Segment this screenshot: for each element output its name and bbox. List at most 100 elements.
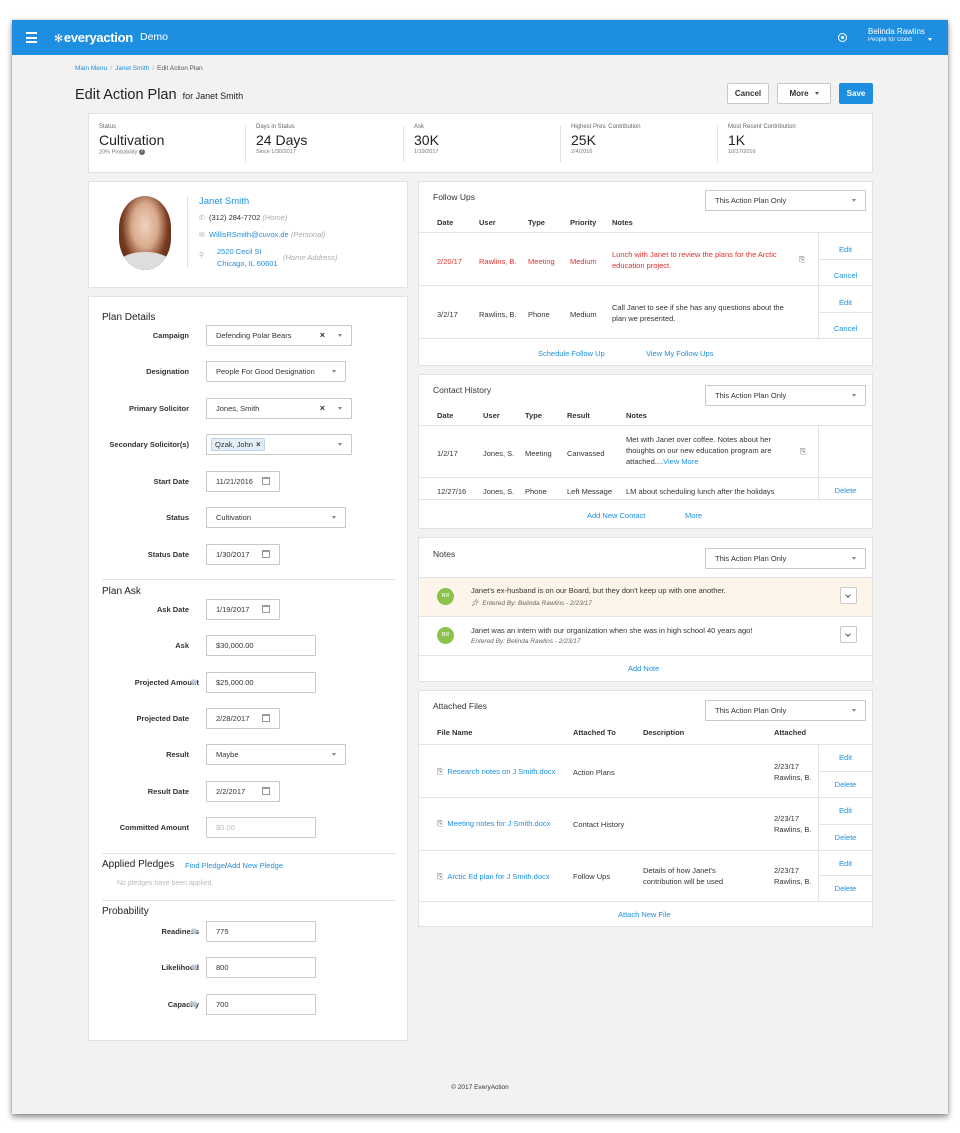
follow-ups-title: Follow Ups bbox=[433, 192, 476, 202]
attached-to-link[interactable]: Follow Ups bbox=[573, 871, 610, 882]
help-icon[interactable]: ? bbox=[191, 928, 197, 934]
likelihood-field[interactable]: 800 bbox=[206, 957, 316, 978]
designation-select[interactable]: People For Good Designation bbox=[206, 361, 346, 382]
contact-card: Janet Smith ✆ (312) 284-7702 (Home) ✉ Will… bbox=[88, 181, 408, 288]
result-date-field[interactable]: 2/2/2017 bbox=[206, 781, 280, 802]
view-more-link[interactable]: View More bbox=[663, 457, 698, 466]
help-icon[interactable]: ? bbox=[191, 679, 197, 685]
file-link[interactable]: Research notes on J Smith.docx bbox=[447, 767, 555, 776]
result-select[interactable]: Maybe bbox=[206, 744, 346, 765]
help-icon[interactable]: ? bbox=[191, 964, 197, 970]
page-subtitle: for Janet Smith bbox=[182, 91, 244, 101]
capacity-field[interactable]: 700 bbox=[206, 994, 316, 1015]
clear-icon[interactable]: × bbox=[320, 399, 325, 418]
calendar-icon[interactable] bbox=[262, 550, 270, 558]
edit-follow-up-button[interactable]: Edit bbox=[819, 298, 872, 307]
clear-icon[interactable]: × bbox=[320, 326, 325, 345]
chevron-down-icon bbox=[332, 753, 336, 756]
contact-avatar bbox=[119, 196, 171, 270]
delete-file-button[interactable]: Delete bbox=[819, 884, 872, 893]
follow-ups-panel: Follow Ups This Action Plan Only Date Us… bbox=[418, 181, 873, 366]
more-dropdown-button[interactable]: More bbox=[777, 83, 831, 104]
file-link[interactable]: Arctic Ed plan for J Smith.docx bbox=[447, 872, 549, 881]
cancel-follow-up-button[interactable]: Cancel bbox=[819, 271, 872, 280]
calendar-icon[interactable] bbox=[262, 477, 270, 485]
cancel-follow-up-button[interactable]: Cancel bbox=[819, 324, 872, 333]
follow-ups-filter-select[interactable]: This Action Plan Only bbox=[705, 190, 866, 211]
edit-file-button[interactable]: Edit bbox=[819, 753, 872, 762]
footer-copyright: © 2017 EveryAction bbox=[451, 1084, 509, 1091]
projected-amount-field[interactable]: $25,000.00 bbox=[206, 672, 316, 693]
paperclip-icon: ⎘ bbox=[437, 819, 444, 828]
readiness-field[interactable]: 775 bbox=[206, 921, 316, 942]
ask-amount-field[interactable]: $30,000.00 bbox=[206, 635, 316, 656]
add-new-pledge-link[interactable]: Add New Pledge bbox=[227, 861, 283, 870]
note-item: BR Janet's ex-husband is on our Board, b… bbox=[420, 578, 872, 616]
pledges-empty-message: No pledges have been applied. bbox=[117, 880, 214, 887]
help-icon[interactable]: ? bbox=[191, 1001, 197, 1007]
chevron-down-icon bbox=[332, 516, 336, 519]
chevron-down-icon bbox=[338, 443, 342, 446]
note-expand-button[interactable] bbox=[840, 626, 857, 643]
notifications-icon[interactable] bbox=[838, 33, 847, 42]
paperclip-icon[interactable]: ⎘ bbox=[800, 447, 806, 457]
file-link[interactable]: Meeting notes for J Smith.docx bbox=[447, 819, 550, 828]
committed-amount-field[interactable]: $0.00 bbox=[206, 817, 316, 838]
help-icon[interactable]: ? bbox=[138, 149, 145, 155]
stat-status: Status Cultivation 20% Probability ? bbox=[99, 124, 165, 156]
hamburger-menu-icon[interactable] bbox=[26, 32, 37, 46]
projected-date-field[interactable]: 2/28/2017 bbox=[206, 708, 280, 729]
start-date-field[interactable]: 11/21/2016 bbox=[206, 471, 280, 492]
calendar-icon[interactable] bbox=[262, 714, 270, 722]
paperclip-icon: ⎘ bbox=[437, 872, 444, 881]
notes-filter-select[interactable]: This Action Plan Only bbox=[705, 548, 866, 569]
edit-follow-up-button[interactable]: Edit bbox=[819, 245, 872, 254]
calendar-icon[interactable] bbox=[262, 787, 270, 795]
mail-icon: ✉ bbox=[199, 232, 205, 239]
attached-files-filter-select[interactable]: This Action Plan Only bbox=[705, 700, 866, 721]
secondary-solicitor-select[interactable]: Qzak, John × bbox=[206, 434, 352, 455]
schedule-follow-up-link[interactable]: Schedule Follow Up bbox=[538, 349, 605, 358]
chevron-down-icon bbox=[338, 334, 342, 337]
more-contact-link[interactable]: More bbox=[685, 511, 702, 520]
note-item: BR Janet was an intern with our organiza… bbox=[420, 617, 872, 655]
user-menu-caret-icon[interactable] bbox=[928, 38, 932, 41]
ask-date-field[interactable]: 1/19/2017 bbox=[206, 599, 280, 620]
save-button[interactable]: Save bbox=[839, 83, 873, 104]
contact-history-filter-select[interactable]: This Action Plan Only bbox=[705, 385, 866, 406]
user-name: Belinda Rawlins bbox=[868, 27, 925, 36]
page-title: Edit Action Plan for Janet Smith bbox=[75, 87, 244, 103]
attach-new-file-link[interactable]: Attach New File bbox=[618, 910, 671, 919]
location-pin-icon: ⚲ bbox=[199, 252, 205, 259]
status-select[interactable]: Cultivation bbox=[206, 507, 346, 528]
environment-label: Demo bbox=[140, 31, 169, 43]
breadcrumb-current: Edit Action Plan bbox=[157, 65, 203, 72]
delete-contact-history-button[interactable]: Delete bbox=[819, 486, 872, 495]
edit-file-button[interactable]: Edit bbox=[819, 806, 872, 815]
find-pledge-link[interactable]: Find Pledge bbox=[185, 861, 225, 870]
add-new-contact-link[interactable]: Add New Contact bbox=[587, 511, 645, 520]
contact-email-link[interactable]: WillisRSmith@cuvox.de bbox=[209, 230, 289, 239]
delete-file-button[interactable]: Delete bbox=[819, 833, 872, 842]
primary-solicitor-select[interactable]: Jones, Smith × bbox=[206, 398, 352, 419]
note-expand-button[interactable] bbox=[840, 587, 857, 604]
contact-name-link[interactable]: Janet Smith bbox=[199, 196, 249, 207]
calendar-icon[interactable] bbox=[262, 605, 270, 613]
status-date-field[interactable]: 1/30/2017 bbox=[206, 544, 280, 565]
campaign-select[interactable]: Defending Polar Bears × bbox=[206, 325, 352, 346]
remove-tag-icon[interactable]: × bbox=[256, 440, 261, 449]
user-menu[interactable]: Belinda Rawlins People for Good bbox=[868, 27, 925, 44]
edit-file-button[interactable]: Edit bbox=[819, 859, 872, 868]
brand-logo[interactable]: ✻everyaction bbox=[54, 30, 133, 45]
notes-panel: Notes This Action Plan Only BR Janet's e… bbox=[418, 537, 873, 682]
breadcrumb-main-menu[interactable]: Main Menu bbox=[75, 65, 107, 72]
contact-history-title: Contact History bbox=[433, 385, 492, 395]
breadcrumb-contact[interactable]: Janet Smith bbox=[115, 65, 149, 72]
attached-to-link[interactable]: Contact History bbox=[573, 819, 624, 830]
cancel-button[interactable]: Cancel bbox=[727, 83, 769, 104]
add-note-link[interactable]: Add Note bbox=[628, 664, 659, 673]
delete-file-button[interactable]: Delete bbox=[819, 780, 872, 789]
pin-icon[interactable]: 📌︎ bbox=[471, 600, 479, 607]
view-my-follow-ups-link[interactable]: View My Follow Ups bbox=[646, 349, 713, 358]
paperclip-icon[interactable]: ⎘ bbox=[799, 255, 805, 265]
